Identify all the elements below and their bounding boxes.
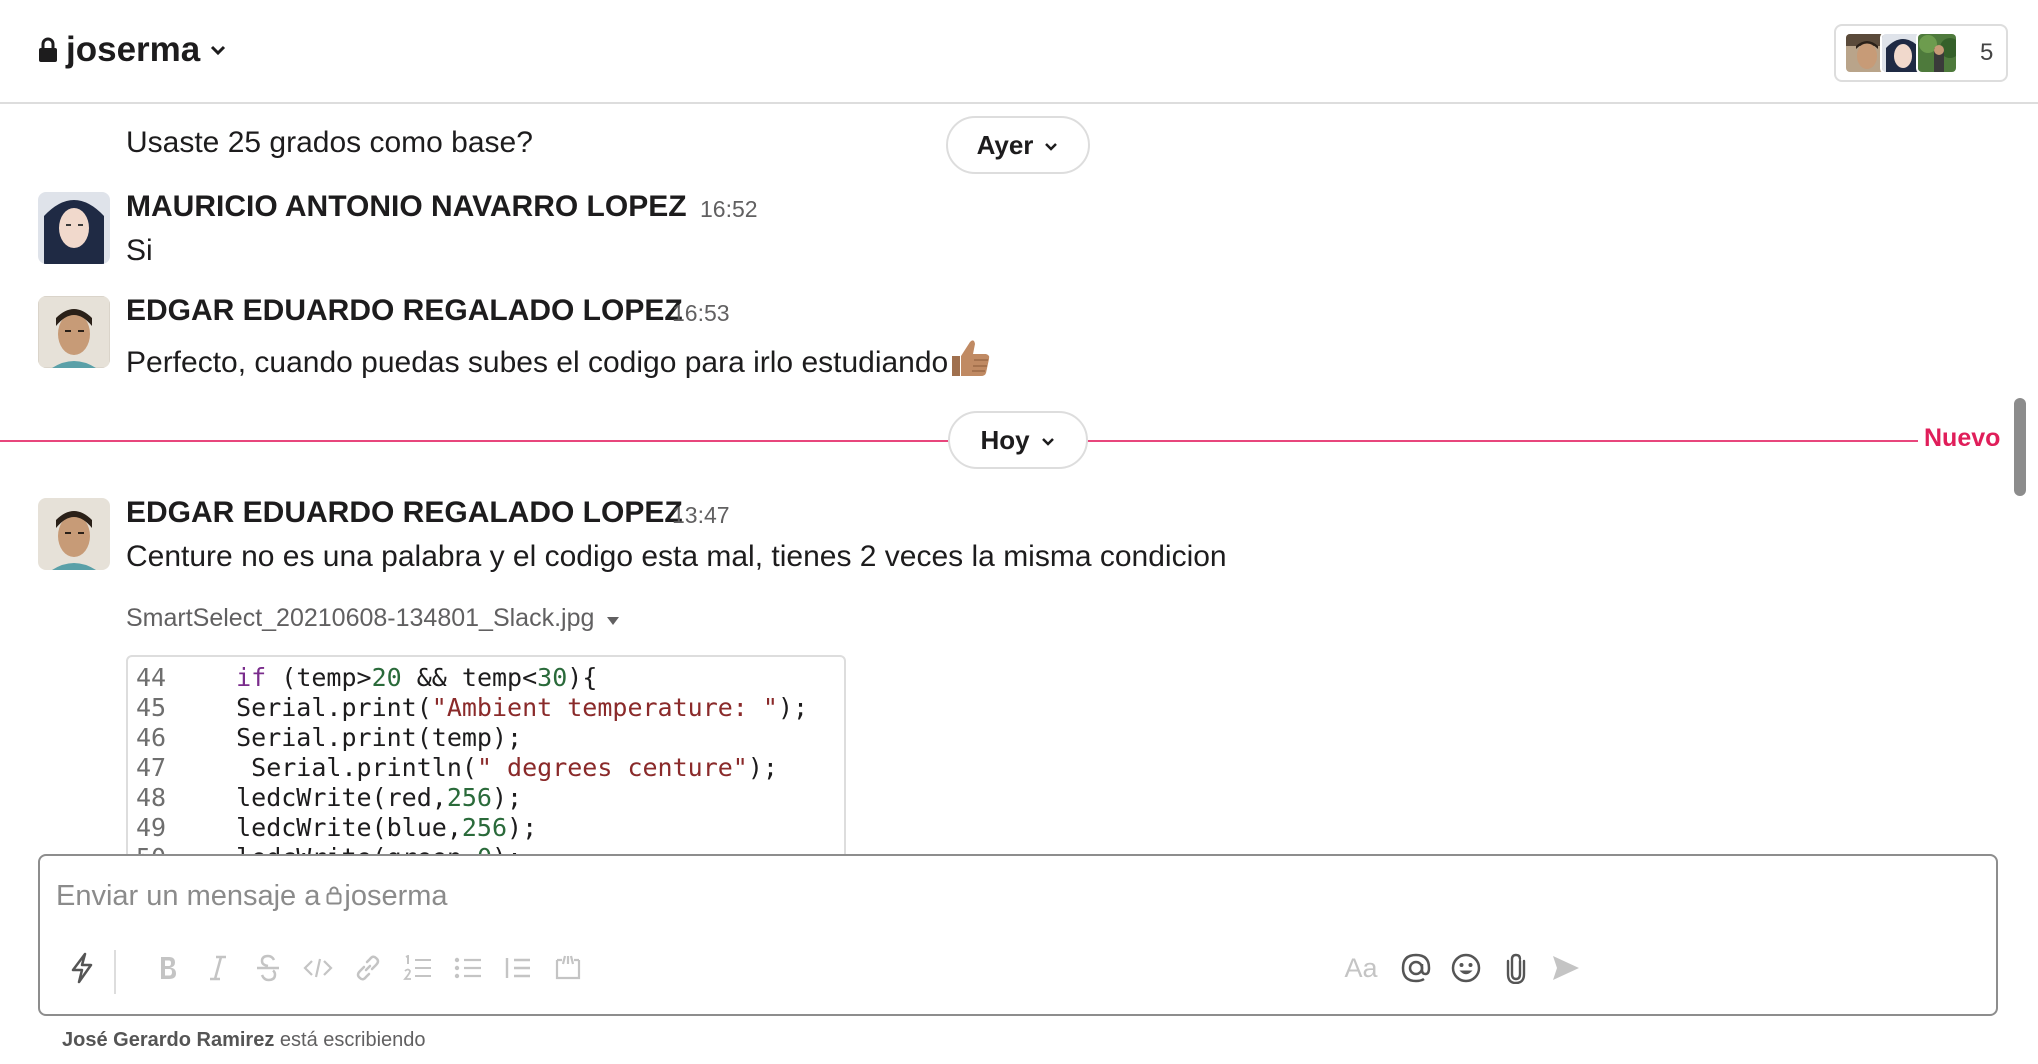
date-jump-today[interactable]: Hoy: [948, 411, 1088, 469]
new-messages-divider: [1086, 440, 1918, 442]
caret-down-icon: [606, 604, 620, 633]
message-text: Si: [126, 234, 153, 267]
code-line: 44 if (temp>20 && temp<30){: [128, 663, 597, 693]
toolbar-divider: [114, 950, 116, 994]
typing-status: está escribiendo: [279, 1029, 426, 1051]
code-line: 45 Serial.print("Ambient temperature: ")…: [128, 693, 808, 723]
placeholder-channel: joserma: [344, 879, 448, 912]
attachment-toggle[interactable]: SmartSelect_20210608-134801_Slack.jpg: [126, 604, 620, 633]
code-content: if: [206, 663, 267, 692]
strikethrough-icon[interactable]: [248, 948, 288, 988]
avatar[interactable]: [38, 296, 110, 368]
line-number: 44: [136, 663, 167, 692]
message-text-content: Perfecto, cuando puedas subes el codigo …: [126, 346, 949, 379]
typing-indicator: José Gerardo Ramirez está escribiendo: [62, 1029, 426, 1052]
formatting-icon[interactable]: Aa: [1336, 948, 1386, 988]
lock-icon: [38, 37, 58, 63]
placeholder-text: Enviar un mensaje a: [56, 879, 321, 912]
line-number: 48: [136, 783, 167, 812]
date-label: Hoy: [980, 424, 1030, 455]
message-author[interactable]: EDGAR EDUARDO REGALADO LOPEZ: [126, 294, 683, 328]
italic-icon[interactable]: [198, 948, 238, 988]
emoji-icon[interactable]: [1446, 948, 1486, 988]
code-icon[interactable]: [298, 948, 338, 988]
code-line: 50 ledcWrite(green,0);: [128, 843, 522, 854]
line-number: 45: [136, 693, 167, 722]
scrollbar[interactable]: [2014, 398, 2026, 496]
line-number: 47: [136, 753, 167, 782]
blockquote-icon[interactable]: [498, 948, 538, 988]
attachment-filename: SmartSelect_20210608-134801_Slack.jpg: [126, 604, 595, 632]
message-text: Usaste 25 grados como base?: [126, 126, 533, 159]
message-timestamp[interactable]: 13:47: [672, 502, 730, 529]
line-number: 50: [128, 843, 206, 854]
attach-icon[interactable]: [1496, 948, 1536, 988]
chevron-down-icon: [208, 40, 228, 60]
code-line: 47 Serial.println(" degrees centure");: [128, 753, 778, 783]
ordered-list-icon[interactable]: [398, 948, 438, 988]
code-block-icon[interactable]: [548, 948, 588, 988]
code-line: 46 Serial.print(temp);: [128, 723, 522, 753]
link-icon[interactable]: [348, 948, 388, 988]
bulleted-list-icon[interactable]: [448, 948, 488, 988]
channel-name-button[interactable]: joserma: [38, 30, 228, 70]
code-line: 48 ledcWrite(red,256);: [128, 783, 522, 813]
date-label: Ayer: [976, 129, 1034, 160]
avatar[interactable]: [38, 192, 110, 264]
date-jump-yesterday[interactable]: Ayer: [946, 116, 1090, 174]
avatar[interactable]: [38, 498, 110, 570]
message-list: Usaste 25 grados como base? Ayer MAURICI…: [0, 104, 2038, 854]
typing-user: José Gerardo Ramirez: [62, 1029, 275, 1051]
line-number: 46: [136, 723, 167, 752]
line-number: 49: [136, 813, 167, 842]
message-timestamp[interactable]: 16:53: [672, 300, 730, 327]
send-icon[interactable]: [1546, 948, 1586, 988]
message-author[interactable]: MAURICIO ANTONIO NAVARRO LOPEZ: [126, 190, 687, 224]
channel-name: joserma: [66, 30, 201, 69]
message-timestamp[interactable]: 16:52: [700, 196, 758, 223]
thumbs-up-icon: [948, 338, 992, 386]
chevron-down-icon: [1040, 425, 1056, 456]
channel-header: joserma 5: [0, 0, 2038, 104]
lock-icon: [326, 880, 342, 913]
message-composer: Enviar un mensaje a joserma Aa: [38, 854, 1998, 1016]
attachment-image[interactable]: 44 if (temp>20 && temp<30){ 45 Serial.pr…: [126, 655, 846, 854]
message-text: Perfecto, cuando puedas subes el codigo …: [126, 338, 992, 386]
mention-icon[interactable]: [1396, 948, 1436, 988]
code-content: Serial.print(temp);: [206, 723, 523, 752]
message-author[interactable]: EDGAR EDUARDO REGALADO LOPEZ: [126, 496, 683, 530]
new-messages-label: Nuevo: [1924, 424, 2001, 452]
bold-icon[interactable]: [148, 948, 188, 988]
code-line: 49 ledcWrite(blue,256);: [128, 813, 537, 843]
member-count: 5: [1980, 39, 1994, 66]
message-input[interactable]: Enviar un mensaje a joserma: [56, 876, 1956, 916]
avatar: [1916, 32, 1958, 74]
shortcuts-icon[interactable]: [62, 948, 102, 988]
member-list-button[interactable]: 5: [1834, 24, 2008, 82]
chevron-down-icon: [1043, 130, 1059, 161]
new-messages-divider: [0, 440, 950, 442]
message-text: Centure no es una palabra y el codigo es…: [126, 540, 1227, 573]
